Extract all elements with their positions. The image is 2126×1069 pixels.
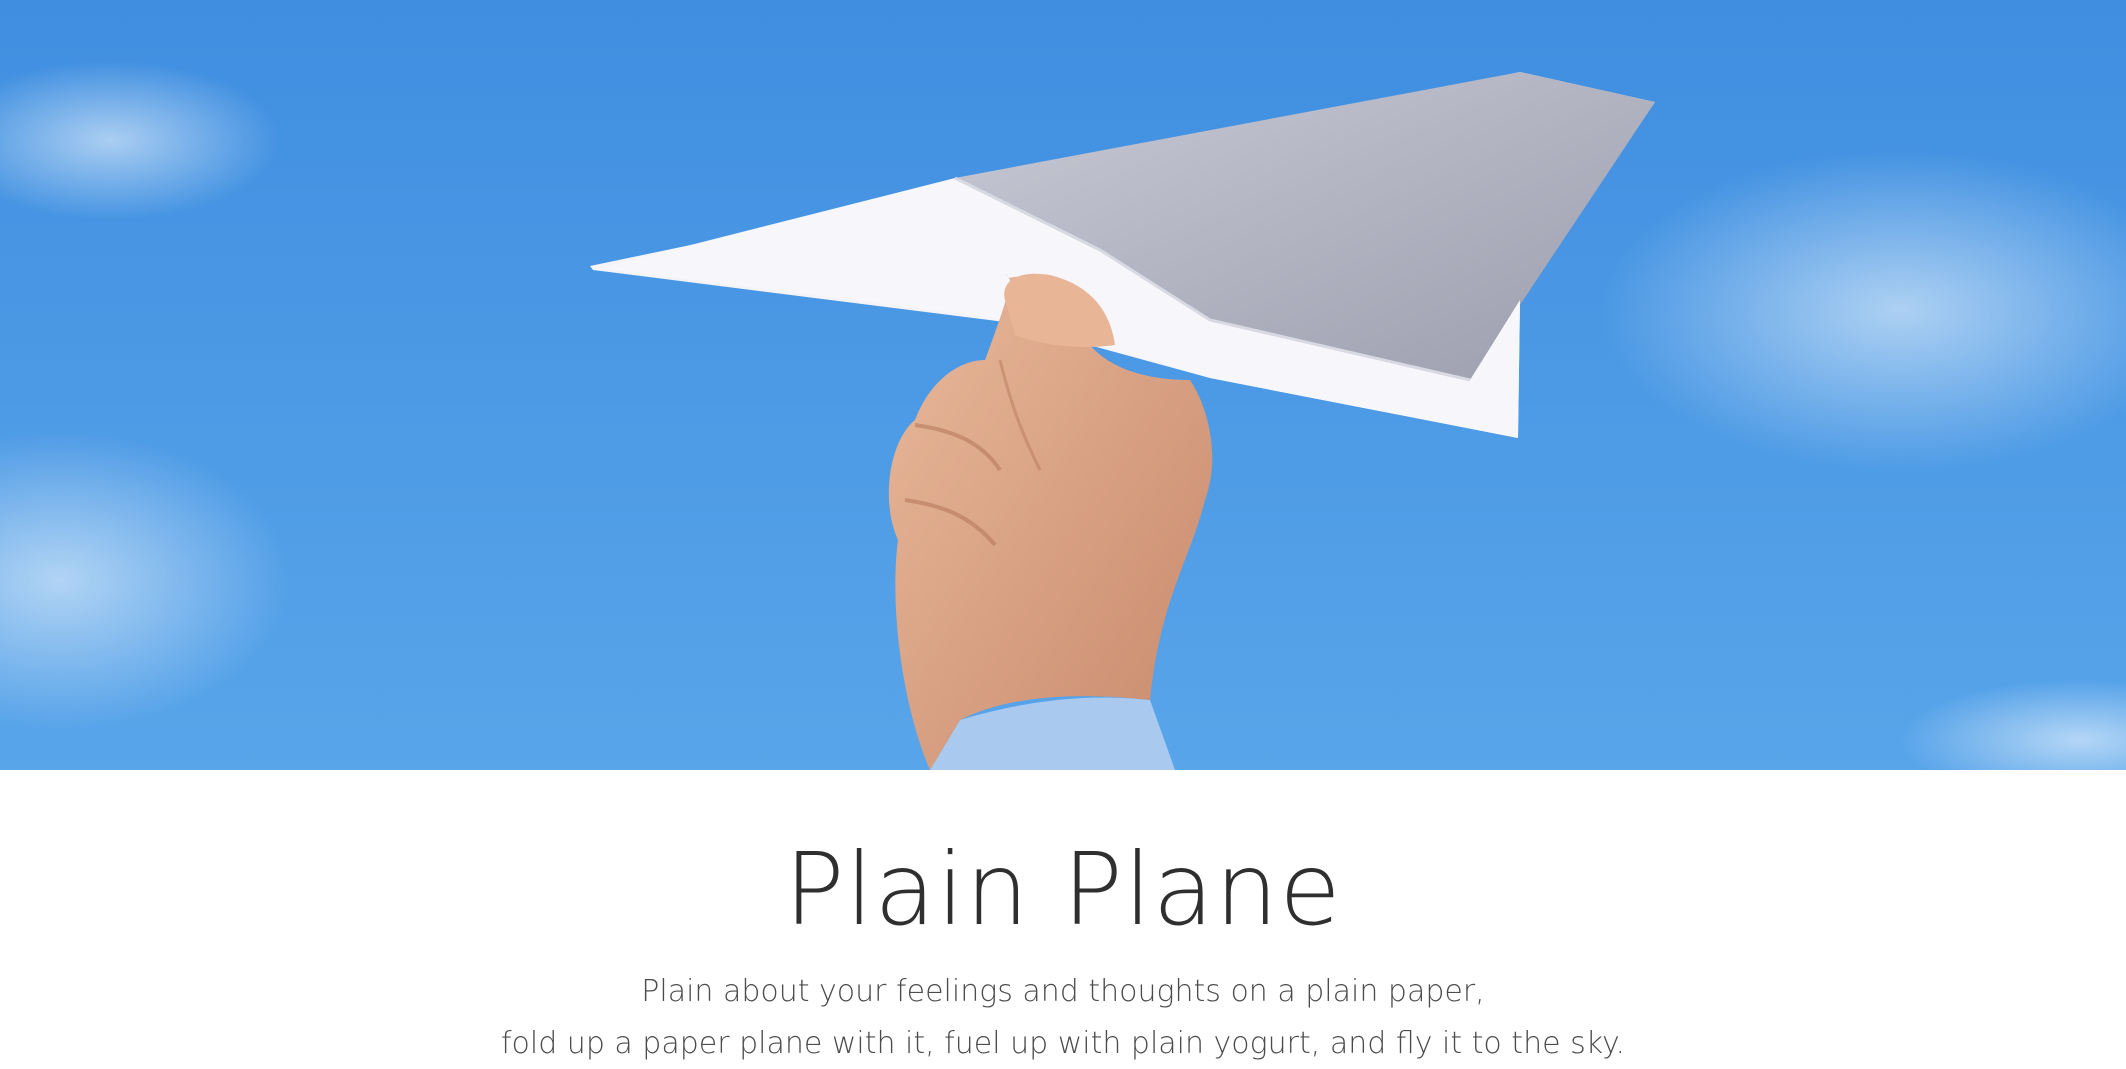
tagline: Plain about your feelings and thoughts o… [0,966,2126,1069]
page: Plain Plane Plain about your feelings an… [0,0,2126,1069]
intro-section: Plain Plane Plain about your feelings an… [0,770,2126,1069]
hand-paper-plane-illustration [0,0,2126,770]
page-title: Plain Plane [784,831,1342,948]
hero-image [0,0,2126,770]
tagline-line-1: Plain about your feelings and thoughts o… [641,974,1485,1009]
tagline-line-2: fold up a paper plane with it, fuel up w… [500,1026,1626,1061]
